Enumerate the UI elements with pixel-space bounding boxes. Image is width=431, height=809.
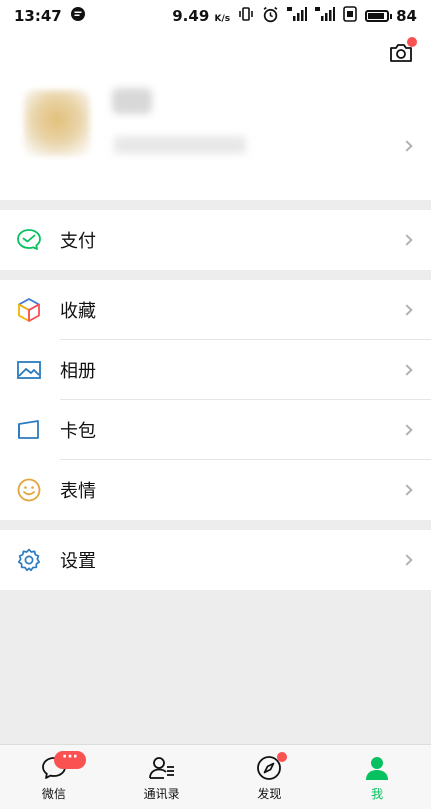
- menu-label-cards: 卡包: [60, 421, 96, 442]
- camera-button[interactable]: [389, 37, 417, 64]
- menu-item-settings[interactable]: 设置: [0, 530, 431, 590]
- content-group: 收藏 相册 卡包 表情: [0, 280, 431, 520]
- menu-label-pay: 支付: [60, 231, 96, 252]
- image-icon: [16, 357, 42, 383]
- hd-icon: [343, 6, 357, 26]
- bottom-navigation: ··· 微信 通讯录 发现 我: [0, 744, 431, 809]
- chevron-right-icon: [401, 140, 413, 152]
- status-bar: 13:47 9.49 K/s 84: [0, 0, 431, 32]
- person-icon: [363, 754, 391, 782]
- menu-item-stickers[interactable]: 表情: [0, 460, 431, 520]
- pay-group: 支付: [0, 210, 431, 270]
- nav-item-me[interactable]: 我: [323, 745, 431, 809]
- battery-icon: [365, 10, 390, 22]
- smile-icon: [16, 477, 42, 503]
- message-notification-icon: [70, 6, 86, 26]
- unread-badge: ···: [54, 750, 86, 769]
- menu-item-cards[interactable]: 卡包: [0, 400, 431, 460]
- nav-label-contacts: 通讯录: [143, 787, 180, 801]
- discover-notification-dot: [276, 752, 287, 762]
- chevron-right-icon: [401, 484, 413, 496]
- battery-indicator: 84: [365, 7, 417, 25]
- network-speed: 9.49 K/s: [172, 7, 231, 25]
- menu-item-favorites[interactable]: 收藏: [0, 280, 431, 340]
- contacts-icon: [148, 754, 176, 782]
- chevron-right-icon: [401, 304, 413, 316]
- settings-group: 设置: [0, 530, 431, 590]
- chevron-right-icon: [401, 554, 413, 566]
- nav-item-chats[interactable]: ··· 微信: [0, 745, 108, 809]
- profile-header[interactable]: [0, 32, 431, 200]
- menu-label-settings: 设置: [60, 551, 96, 572]
- cube-icon: [16, 297, 42, 323]
- camera-notification-dot: [407, 37, 417, 47]
- battery-level: 84: [396, 7, 417, 25]
- nav-label-chats: 微信: [41, 787, 66, 801]
- signal-4g-icon-2: [315, 6, 336, 26]
- pay-icon: [16, 227, 42, 253]
- nav-label-me: 我: [371, 787, 384, 801]
- menu-label-album: 相册: [60, 361, 96, 382]
- status-time: 13:47: [14, 7, 62, 25]
- menu-item-pay[interactable]: 支付: [0, 210, 431, 270]
- vibrate-icon: [238, 6, 254, 26]
- nickname-blurred: [112, 88, 152, 114]
- alarm-icon: [262, 6, 279, 27]
- menu-label-favorites: 收藏: [60, 301, 96, 322]
- nav-item-contacts[interactable]: 通讯录: [108, 745, 216, 809]
- nav-label-discover: 发现: [257, 787, 282, 801]
- nav-item-discover[interactable]: 发现: [216, 745, 324, 809]
- signal-4g-icon: [287, 6, 308, 26]
- avatar[interactable]: [24, 90, 90, 156]
- gear-icon: [16, 547, 42, 573]
- wechat-id-blurred: [114, 136, 246, 154]
- chevron-right-icon: [401, 234, 413, 246]
- chevron-right-icon: [401, 364, 413, 376]
- menu-label-stickers: 表情: [60, 481, 96, 502]
- card-icon: [16, 417, 42, 443]
- menu-item-album[interactable]: 相册: [0, 340, 431, 400]
- chevron-right-icon: [401, 424, 413, 436]
